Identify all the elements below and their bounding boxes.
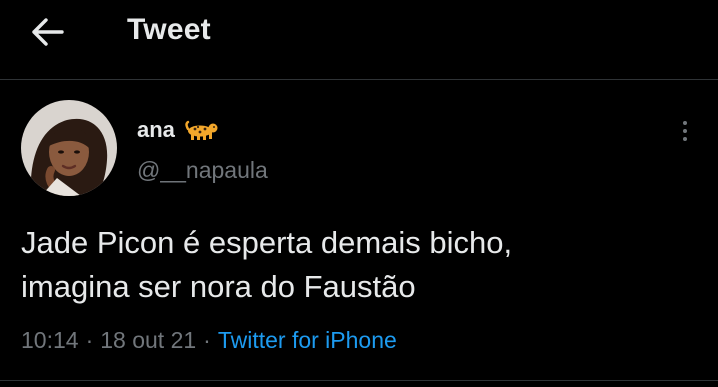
tweet-text: Jade Picon é esperta demais bicho, imagi… — [21, 225, 513, 304]
avatar-photo — [21, 100, 117, 196]
leopard-emoji — [185, 120, 218, 140]
avatar[interactable] — [21, 100, 117, 196]
arrow-left-icon — [32, 18, 64, 46]
tweet-source-link[interactable]: Twitter for iPhone — [218, 327, 397, 353]
divider — [0, 380, 718, 381]
tweet-meta: 10:14 · 18 out 21 · Twitter for iPhone — [21, 327, 397, 354]
author-name-row[interactable]: ana — [137, 117, 219, 143]
author-display-name[interactable]: ana — [137, 117, 175, 143]
meta-separator: · — [85, 327, 94, 353]
tweet-date[interactable]: 18 out 21 — [100, 327, 196, 353]
more-options-button[interactable] — [670, 113, 700, 149]
meta-separator: · — [203, 327, 211, 353]
page-title: Tweet — [127, 13, 211, 46]
back-button[interactable] — [26, 12, 70, 52]
more-vertical-icon — [683, 121, 687, 125]
top-bar: Tweet — [0, 0, 718, 80]
author-handle[interactable]: @__napaula — [137, 157, 268, 184]
tweet-time[interactable]: 10:14 — [21, 327, 79, 353]
